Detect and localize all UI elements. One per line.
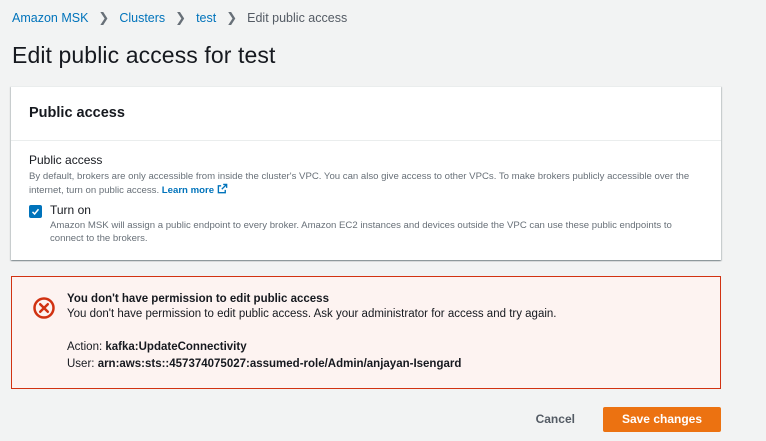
chevron-right-icon: ❯ [175, 10, 187, 25]
alert-user-label: User: [67, 358, 95, 370]
alert-user-line: User: arn:aws:sts::457374075027:assumed-… [67, 356, 720, 373]
alert-message: You don't have permission to edit public… [67, 308, 557, 320]
checkmark-icon [31, 208, 40, 216]
alert-title: You don't have permission to edit public… [67, 293, 329, 305]
breadcrumb-current: Edit public access [247, 11, 348, 25]
chevron-right-icon: ❯ [226, 10, 238, 25]
page-title: Edit public access for test [12, 42, 276, 68]
alert-details: Action: kafka:UpdateConnectivity User: a… [67, 339, 720, 373]
learn-more-link[interactable]: Learn more [161, 183, 228, 196]
panel-body: Public access By default, brokers are on… [11, 141, 721, 245]
checkbox-description: Amazon MSK will assign a public endpoint… [50, 220, 672, 244]
checkbox-label[interactable]: Turn on [50, 203, 703, 217]
field-description: By default, brokers are only accessible … [29, 170, 703, 197]
breadcrumb: Amazon MSK ❯ Clusters ❯ test ❯ Edit publ… [12, 10, 347, 26]
cancel-button[interactable]: Cancel [522, 406, 589, 432]
public-access-panel: Public access Public access By default, … [11, 86, 721, 260]
permission-error-alert: You don't have permission to edit public… [11, 276, 721, 389]
panel-header: Public access [11, 87, 721, 141]
alert-action-value: kafka:UpdateConnectivity [105, 341, 247, 353]
field-description-text: By default, brokers are only accessible … [29, 171, 690, 196]
checkbox-text: Turn on Amazon MSK will assign a public … [50, 203, 703, 245]
panel-title: Public access [29, 105, 125, 121]
chevron-right-icon: ❯ [98, 10, 110, 25]
save-changes-button[interactable]: Save changes [602, 406, 721, 432]
external-link-icon [217, 183, 228, 194]
alert-action-line: Action: kafka:UpdateConnectivity [67, 339, 720, 356]
breadcrumb-clusters[interactable]: Clusters [119, 11, 165, 25]
turn-on-checkbox-row: Turn on Amazon MSK will assign a public … [29, 203, 703, 245]
turn-on-checkbox[interactable] [29, 205, 42, 218]
learn-more-label: Learn more [161, 185, 215, 196]
error-circle-icon [33, 297, 55, 319]
breadcrumb-amazon-msk[interactable]: Amazon MSK [12, 11, 88, 25]
alert-user-value: arn:aws:sts::457374075027:assumed-role/A… [97, 358, 462, 370]
breadcrumb-test[interactable]: test [196, 11, 216, 25]
field-label: Public access [29, 153, 103, 167]
form-actions: Cancel Save changes [522, 406, 721, 432]
alert-action-label: Action: [67, 341, 103, 353]
